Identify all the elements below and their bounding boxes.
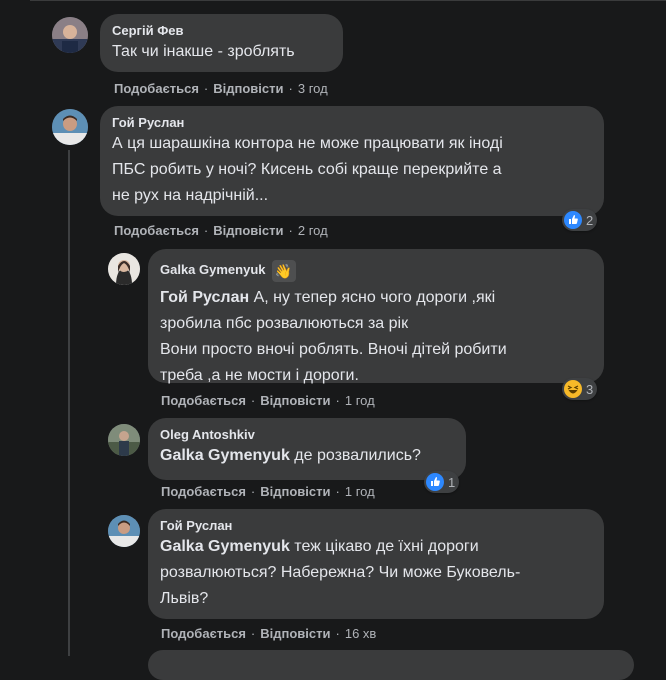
reaction-summary[interactable]: 2 xyxy=(562,209,598,231)
comment-author[interactable]: Гой Руслан xyxy=(112,114,592,131)
comment-text-line1: А, ну тепер ясно чого дороги ,які xyxy=(249,289,496,306)
divider xyxy=(30,0,666,1)
comment-text-rest: зробила пбс розвалюються за рік Вони про… xyxy=(160,315,507,384)
reply-button[interactable]: Відповісти xyxy=(260,484,330,499)
thread-line xyxy=(68,150,70,656)
reply-button[interactable]: Відповісти xyxy=(260,393,330,408)
comment-text: А ця шарашкіна контора не може працювати… xyxy=(112,135,503,204)
reaction-summary[interactable]: 3 xyxy=(562,378,598,400)
reaction-summary[interactable]: 1 xyxy=(424,471,460,493)
like-button[interactable]: Подобається xyxy=(114,81,199,96)
comment-author[interactable]: Galka Gymenyuk xyxy=(160,262,266,277)
comment-actions: Подобається · Відповісти · 1 год xyxy=(161,393,375,408)
haha-reaction-icon xyxy=(564,380,582,398)
comment-time[interactable]: 1 год xyxy=(345,484,375,499)
mention-link[interactable]: Гой Руслан xyxy=(160,289,249,306)
comment-author[interactable]: Oleg Antoshkiv xyxy=(160,426,454,443)
comment-time[interactable]: 2 год xyxy=(298,223,328,238)
avatar[interactable] xyxy=(108,253,140,285)
comment-bubble: Гой Руслан А ця шарашкіна контора не мож… xyxy=(100,106,604,216)
like-button[interactable]: Подобається xyxy=(161,393,246,408)
comment-author[interactable]: Гой Руслан xyxy=(160,517,592,534)
mention-link[interactable]: Galka Gymenyuk xyxy=(160,447,290,464)
comment-bubble: Oleg Antoshkiv Galka Gymenyuk де розвали… xyxy=(148,418,466,480)
comment-author[interactable]: Сергій Фев xyxy=(112,22,331,39)
reply-button[interactable]: Відповісти xyxy=(213,223,283,238)
like-button[interactable]: Подобається xyxy=(161,484,246,499)
comment-text: Galka Gymenyuk теж цікаво де їхні дороги… xyxy=(160,534,592,612)
comment-bubble: Galka Gymenyuk 👋 Гой Руслан А, ну тепер я… xyxy=(148,249,604,384)
comment-time[interactable]: 16 хв xyxy=(345,626,376,641)
comment-text: Гой Руслан А, ну тепер ясно чого дороги … xyxy=(160,285,592,389)
like-reaction-icon xyxy=(564,211,582,229)
comment-bubble-partial xyxy=(148,650,634,680)
comment-author-row: Galka Gymenyuk 👋 xyxy=(160,257,592,283)
comment-actions: Подобається · Відповісти · 16 хв xyxy=(161,626,377,641)
like-button[interactable]: Подобається xyxy=(161,626,246,641)
avatar[interactable] xyxy=(52,109,88,145)
comment-bubble: Сергій Фев Так чи інакше - зроблять xyxy=(100,14,343,72)
mention-link[interactable]: Galka Gymenyuk xyxy=(160,538,290,555)
like-button[interactable]: Подобається xyxy=(114,223,199,238)
reply-button[interactable]: Відповісти xyxy=(213,81,283,96)
comment-time[interactable]: 1 год xyxy=(345,393,375,408)
reply-button[interactable]: Відповісти xyxy=(260,626,330,641)
wave-badge-icon: 👋 xyxy=(271,259,296,282)
comment-text-line1: де розвалились? xyxy=(289,447,421,464)
comment-actions: Подобається · Відповісти · 2 год xyxy=(114,223,328,238)
comment-text: Galka Gymenyuk де розвалились? xyxy=(160,443,454,469)
avatar[interactable] xyxy=(108,515,140,547)
avatar[interactable] xyxy=(52,17,88,53)
reaction-count: 3 xyxy=(586,381,594,397)
reaction-count: 2 xyxy=(586,212,594,228)
reaction-count: 1 xyxy=(448,474,456,490)
like-reaction-icon xyxy=(426,473,444,491)
comment-time[interactable]: 3 год xyxy=(298,81,328,96)
comment-actions: Подобається · Відповісти · 3 год xyxy=(114,81,328,96)
avatar[interactable] xyxy=(108,424,140,456)
comment-bubble: Гой Руслан Galka Gymenyuk теж цікаво де … xyxy=(148,509,604,619)
comment-text: Так чи інакше - зроблять xyxy=(112,43,295,60)
comment-actions: Подобається · Відповісти · 1 год xyxy=(161,484,375,499)
comment-text-line1: теж цікаво де їхні дороги xyxy=(289,538,479,555)
comment-text-rest: розвалюються? Набережна? Чи може Буковел… xyxy=(160,564,521,607)
